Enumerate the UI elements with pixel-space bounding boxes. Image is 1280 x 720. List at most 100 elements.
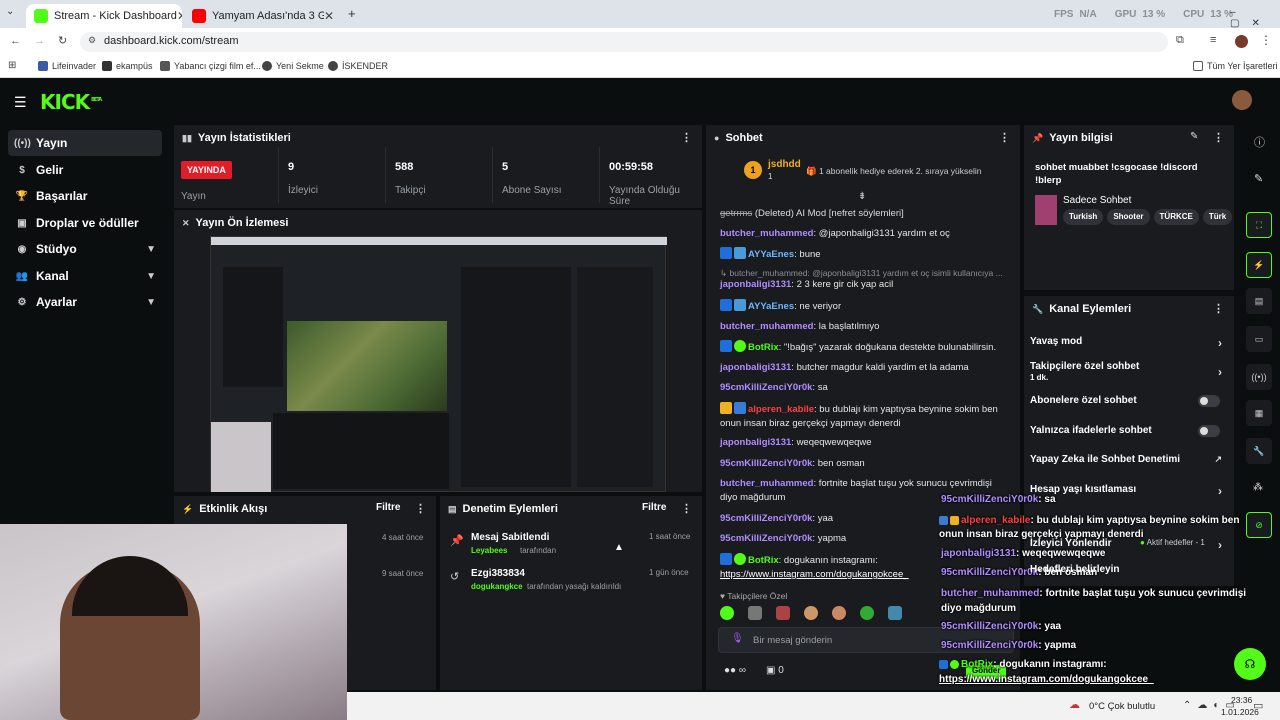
close-tab-icon[interactable]: ✕ [177,9,182,23]
chat-username[interactable]: 95cmKilliZenciY0r0k [720,533,812,544]
more-options-icon[interactable]: ⋮ [681,502,692,515]
tag-chip[interactable]: Turkish [1063,209,1104,225]
emote-icon[interactable] [860,606,874,620]
chat-link[interactable]: https://www.instagram.com/dogukangokcee_ [720,569,909,580]
chat-username[interactable]: BotRix [748,555,779,566]
chat-username[interactable]: 95cmKilliZenciY0r0k [720,458,812,469]
share-icon[interactable]: ⁂ [1253,482,1263,493]
chat-username[interactable]: AYYaEnes [748,301,794,312]
tag-chip[interactable]: Türk [1202,209,1233,225]
bookmark-cartoon[interactable]: Yabancı çizgi film ef... [160,61,261,71]
kick-logo[interactable]: KICK BETA [40,90,102,114]
sidebar-item-ayarlar[interactable]: ⚙ Ayarlar ▼ [8,289,162,315]
window-controls[interactable]: –▢✕ [1230,7,1280,29]
microphone-icon[interactable]: 🎙 [731,633,744,644]
address-bar[interactable]: ⚙ dashboard.kick.com/stream [80,32,1168,52]
chat-icon[interactable]: ▭ [1246,326,1272,352]
overlay-text: : yaa [1038,621,1062,632]
chat-username[interactable]: butcher_muhammed [720,478,813,489]
profile-avatar[interactable] [1235,35,1248,48]
chat-username[interactable]: japonbaligi3131 [720,279,791,290]
browser-menu-icon[interactable]: ⋮ [1260,33,1272,47]
browser-tab-kick[interactable]: Stream - Kick Dashboard ✕ [26,4,182,28]
hamburger-menu-icon[interactable]: ☰ [14,94,27,111]
sidebar-item-gelir[interactable]: $ Gelir [8,157,162,183]
sidebar-item-studyo[interactable]: ◉ Stüdyo ▼ [8,236,162,262]
preview-video[interactable] [210,236,667,492]
points-icon[interactable]: ●● ∞ [724,665,746,676]
document-icon[interactable]: ▤ [1246,288,1272,314]
ai-moderation-row[interactable]: Yapay Zeka ile Sohbet Denetimi ↗ [1030,454,1222,465]
more-options-icon[interactable]: ⋮ [681,131,692,144]
gift-icon[interactable]: ▣ 0 [766,665,784,676]
more-options-icon[interactable]: ⋮ [1213,131,1224,144]
chat-username[interactable]: japonbaligi3131 [720,362,791,373]
fullscreen-icon[interactable]: ⛶ [1246,212,1272,238]
back-icon[interactable]: ← [10,35,21,47]
clock-time[interactable]: 23:36 [1231,695,1252,705]
wrench-icon[interactable]: 🔧 [1246,438,1272,464]
tag-chip[interactable]: TÜRKCE [1153,209,1199,225]
chat-username[interactable]: 95cmKilliZenciY0r0k [720,382,812,393]
close-tab-icon[interactable]: ✕ [324,9,334,23]
forward-icon[interactable]: → [34,35,45,47]
user-avatar[interactable] [1232,90,1252,110]
subscribers-only-toggle[interactable] [1198,395,1220,407]
category-name[interactable]: Sadece Sohbet [1063,195,1131,206]
info-icon[interactable]: ⓘ [1254,134,1265,150]
chat-username[interactable]: japonbaligi3131 [720,437,791,448]
weather-text[interactable]: 0°C Çok bulutlu [1089,701,1155,712]
entry-actor[interactable]: Leyabees [471,546,507,555]
sidebar-item-yayin[interactable]: ((•)) Yayın [8,130,162,156]
bolt-icon[interactable]: ⚡ [1246,252,1272,278]
pinned-collapse-icon[interactable]: ⇟ [858,191,866,202]
apps-grid-icon[interactable]: ⊞ [8,60,16,71]
bookmark-ekampus[interactable]: ekampüs [102,61,153,71]
chat-username[interactable]: butcher_muhammed [720,228,813,239]
new-tab-icon[interactable]: + [348,6,356,21]
broadcast-icon[interactable]: ((•)) [1246,364,1272,390]
media-icon[interactable]: ≡ [1210,34,1216,46]
chat-username[interactable]: butcher_muhammed [720,321,813,332]
sidebar-item-droplar[interactable]: ▣ Droplar ve ödüller [8,210,162,236]
chat-username[interactable]: AYYaEnes [748,249,794,260]
goals-label[interactable]: Hedefleri belirleyin [1030,564,1119,575]
bookmark-new-tab[interactable]: Yeni Sekme [262,61,324,71]
viewer-redirect-label[interactable]: İzleyici Yönlendir [1030,538,1112,549]
layout-icon[interactable]: ▦ [1246,400,1272,426]
tag-chip[interactable]: Shooter [1107,209,1150,225]
sidebar-item-kanal[interactable]: 👥 Kanal ▼ [8,263,162,289]
more-options-icon[interactable]: ⋮ [1213,302,1224,315]
emote-icon[interactable] [832,606,846,620]
emote-icon[interactable] [888,606,902,620]
edit-icon[interactable]: ✎ [1190,131,1198,142]
slow-mode-row[interactable]: Yavaş mod › [1030,336,1222,350]
reload-icon[interactable]: ↻ [58,34,67,47]
chat-username[interactable]: BotRix [748,342,779,353]
more-options-icon[interactable]: ⋮ [415,502,426,515]
all-bookmarks[interactable]: Tüm Yer İşaretleri [1193,61,1278,71]
chat-username[interactable]: getrrms [720,208,752,219]
more-options-icon[interactable]: ⋮ [999,131,1010,144]
emote-icon[interactable] [720,606,734,620]
filter-button[interactable]: Filtre [642,502,666,513]
emote-icon[interactable] [748,606,762,620]
notification-icon[interactable]: ▭ [1253,699,1263,712]
top-gifter-name[interactable]: jsdhdd [768,159,801,170]
emote-icon[interactable] [804,606,818,620]
filter-button[interactable]: Filtre [376,502,400,513]
sidebar-item-basarilar[interactable]: 🏆 Başarılar [8,183,162,209]
chat-username[interactable]: alperen_kabile [748,404,814,415]
chat-username[interactable]: 95cmKilliZenciY0r0k [720,513,812,524]
bookmark-lifeinvader[interactable]: Lifeinvader [38,61,96,71]
site-info-icon[interactable]: ⚙ [88,35,96,46]
emote-only-toggle[interactable] [1198,425,1220,437]
extensions-icon[interactable]: ⧉ [1176,34,1184,47]
followers-only-row[interactable]: Takipçilere özel sohbet 1 dk. › [1030,361,1222,383]
edit-icon[interactable]: ✎ [1254,172,1263,185]
bookmark-iskender[interactable]: İSKENDER [328,61,388,71]
entry-actor[interactable]: dogukangkce [471,582,523,591]
browser-tab-youtube[interactable]: Yamyam Adası'nda 3 Günlük Ha ✕ [184,4,342,28]
emote-icon[interactable] [776,606,790,620]
tab-search-icon[interactable]: ⌄ [6,6,14,17]
